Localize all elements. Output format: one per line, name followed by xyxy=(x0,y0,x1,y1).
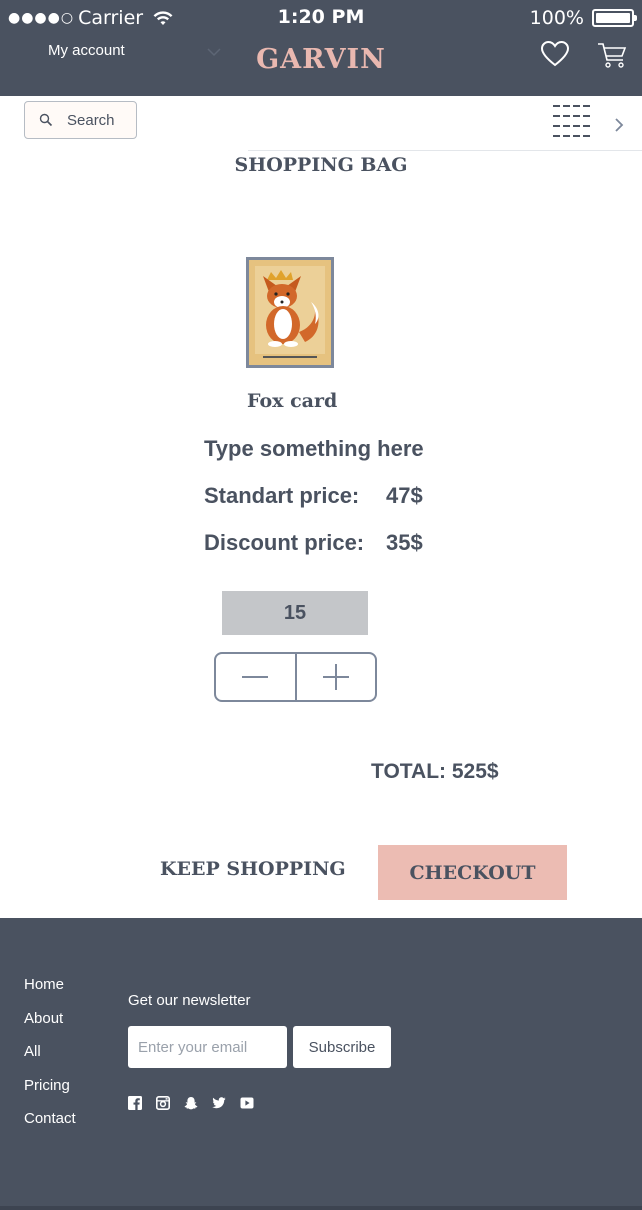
status-right: 100% xyxy=(529,7,637,29)
product-name[interactable]: Fox card xyxy=(247,390,337,412)
bottom-edge xyxy=(0,1206,642,1210)
footer-link-all[interactable]: All xyxy=(24,1043,76,1077)
battery-fill xyxy=(596,13,630,23)
cart-icon[interactable] xyxy=(596,38,628,70)
discount-price-row: Discount price: 35$ xyxy=(204,530,423,556)
standart-price-value: 47$ xyxy=(386,483,423,508)
minus-icon xyxy=(242,676,269,678)
facebook-icon[interactable] xyxy=(128,1096,142,1110)
footer-link-about[interactable]: About xyxy=(24,1010,76,1044)
battery-icon xyxy=(592,9,637,27)
footer-link-contact[interactable]: Contact xyxy=(24,1110,76,1144)
subscribe-button[interactable]: Subscribe xyxy=(293,1026,391,1068)
footer-link-pricing[interactable]: Pricing xyxy=(24,1077,76,1111)
status-bar: ●●●●○ Carrier 1:20 PM 100% xyxy=(0,0,642,36)
youtube-icon[interactable] xyxy=(240,1096,254,1110)
decrement-button[interactable] xyxy=(216,654,295,700)
checkout-button[interactable]: CHECKOUT xyxy=(378,845,567,900)
increment-button[interactable] xyxy=(294,654,376,700)
footer-link-home[interactable]: Home xyxy=(24,976,76,1010)
product-image[interactable] xyxy=(246,257,334,368)
quantity-stepper xyxy=(214,652,377,702)
order-total: TOTAL: 525$ xyxy=(371,760,499,783)
footer: Home About All Pricing Contact Get our n… xyxy=(0,918,642,1210)
standart-price-label: Standart price: xyxy=(204,483,360,508)
search-icon xyxy=(39,113,53,127)
newsletter-label: Get our newsletter xyxy=(128,992,251,1009)
snapchat-icon[interactable] xyxy=(184,1096,198,1110)
heart-icon[interactable] xyxy=(540,40,570,68)
menu-icon[interactable] xyxy=(552,104,592,140)
instagram-icon[interactable] xyxy=(156,1096,170,1110)
twitter-icon[interactable] xyxy=(212,1096,226,1110)
product-description: Type something here xyxy=(204,436,424,461)
discount-price-value: 35$ xyxy=(386,530,423,555)
fox-illustration xyxy=(249,260,331,365)
chevron-right-icon[interactable] xyxy=(612,116,626,134)
search-button[interactable]: Search xyxy=(24,101,137,139)
plus-icon xyxy=(322,664,349,690)
email-field[interactable] xyxy=(128,1026,287,1068)
app-header: My account GARVIN xyxy=(0,36,642,96)
page-title: SHOPPING BAG xyxy=(234,154,408,176)
standart-price-row: Standart price: 47$ xyxy=(204,483,423,509)
footer-nav: Home About All Pricing Contact xyxy=(24,976,76,1144)
search-label: Search xyxy=(67,111,115,129)
keep-shopping-button[interactable]: KEEP SHOPPING xyxy=(160,858,346,880)
quantity-field[interactable]: 15 xyxy=(222,591,368,635)
social-links xyxy=(128,1096,268,1110)
divider xyxy=(248,150,642,151)
discount-price-label: Discount price: xyxy=(204,530,365,555)
battery-percent: 100% xyxy=(529,7,584,29)
